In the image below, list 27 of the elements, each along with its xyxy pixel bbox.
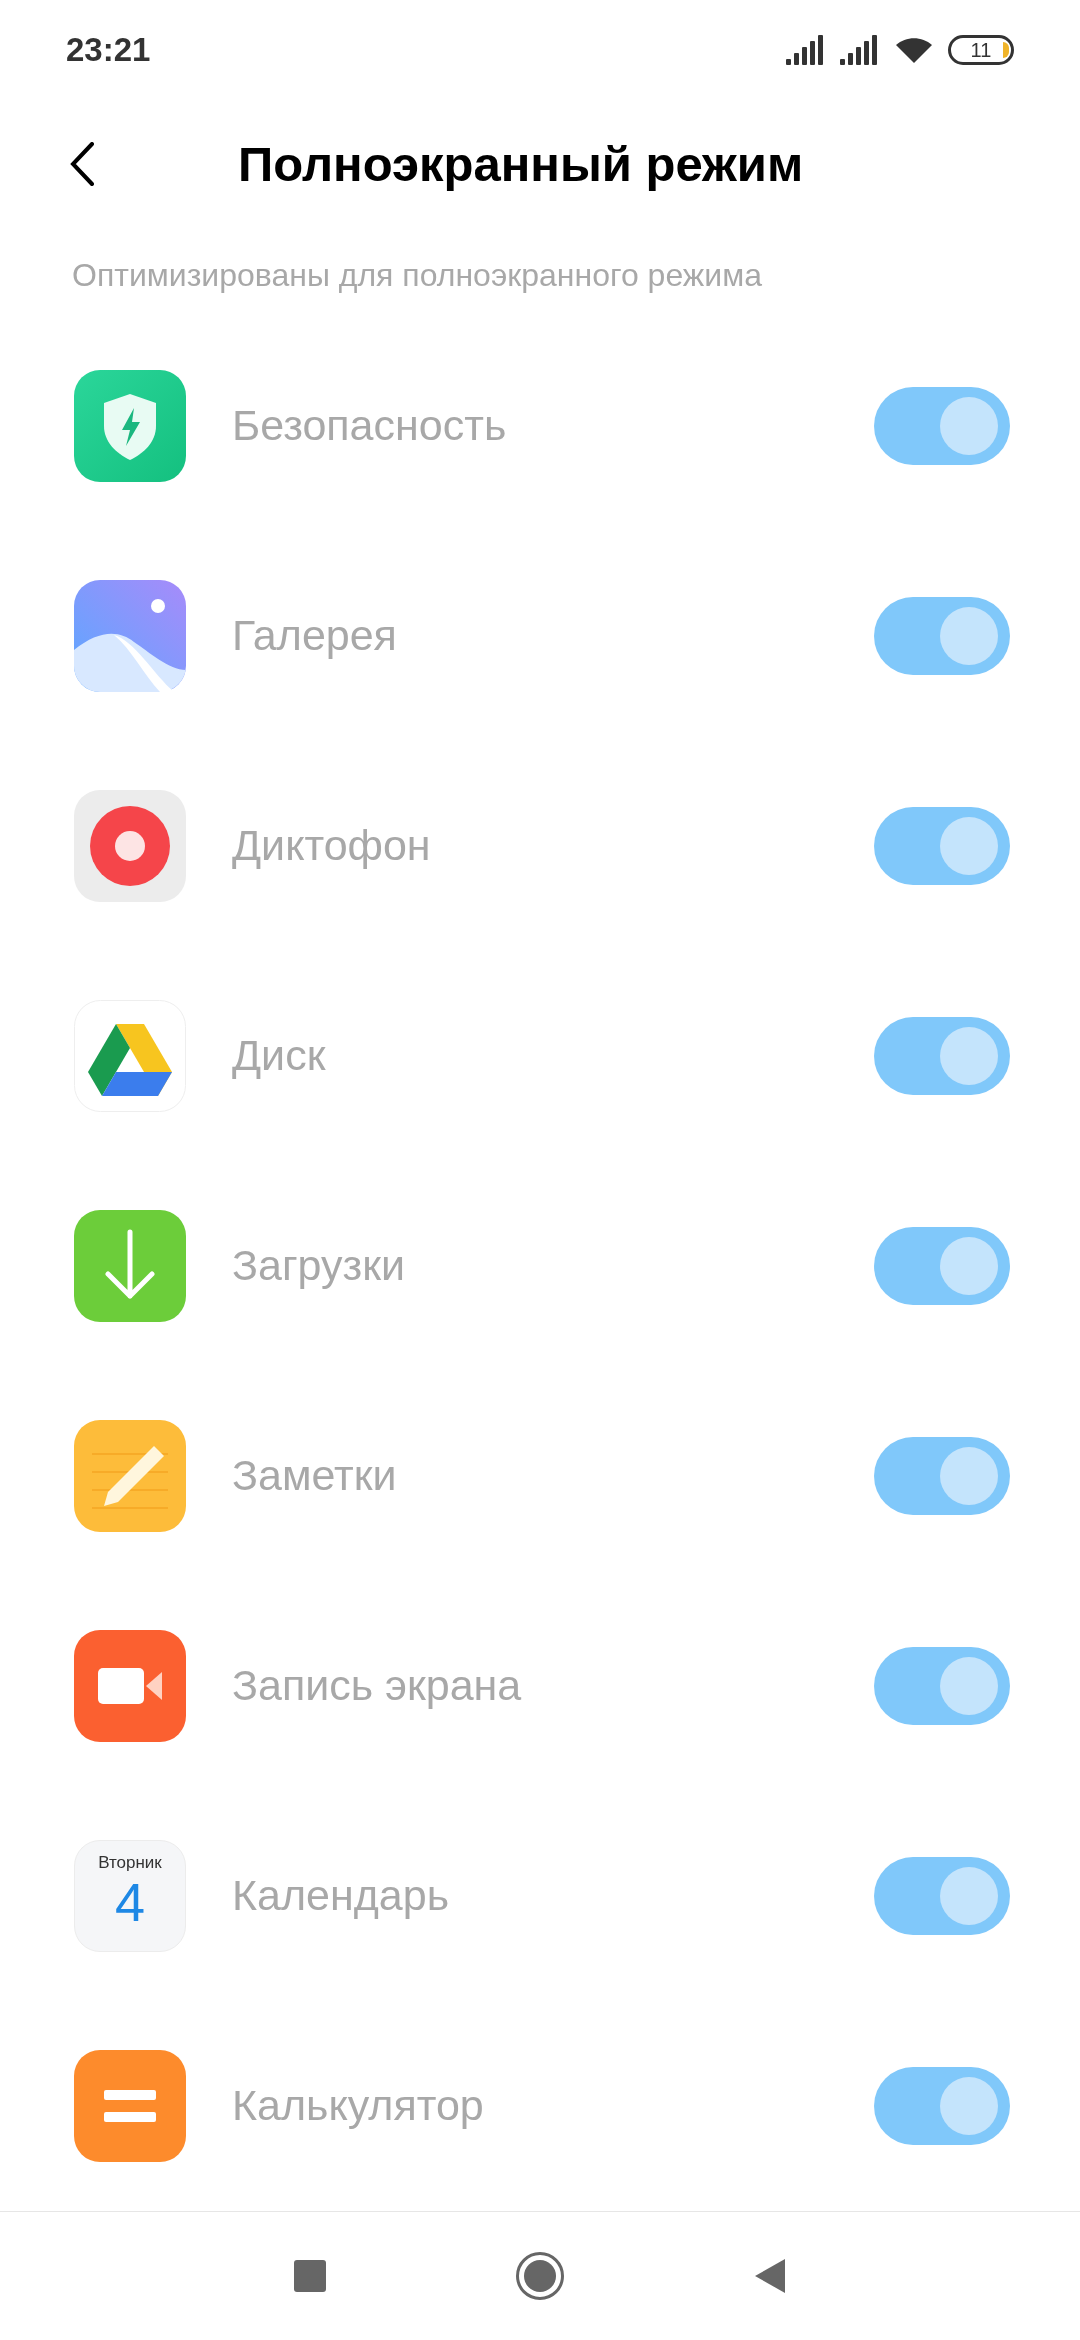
app-name: Заметки [232,1450,398,1502]
home-button[interactable] [516,2251,564,2300]
calendar-day: Вторник [98,1852,162,1873]
app-name: Диск [232,1030,327,1082]
app-name: Калькулятор [232,2080,485,2132]
signal-icon [786,34,826,65]
battery-indicator: 11 [948,34,1014,65]
app-name: Безопасность [232,400,508,452]
calendar-date: 4 [114,1872,145,1931]
page-title: Полноэкранный режим [238,135,804,193]
app-name: Загрузки [232,1240,407,1292]
back-nav-button[interactable] [754,2257,786,2294]
equals-icon [74,2049,186,2162]
download-icon [74,1209,186,1322]
pencil-icon [74,1419,186,1532]
signal-icon [840,34,880,65]
app-name: Диктофон [232,820,432,872]
record-icon [74,789,186,902]
recents-button[interactable] [294,2259,326,2292]
section-title: Оптимизированы для полноэкранного режима [72,255,762,295]
status-time: 23:21 [66,30,151,71]
app-name: Календарь [232,1870,451,1922]
landscape-icon [74,579,186,692]
app-name: Запись экрана [232,1660,523,1712]
shield-icon [74,369,186,482]
app-name: Галерея [232,610,398,662]
video-camera-icon [74,1629,186,1742]
